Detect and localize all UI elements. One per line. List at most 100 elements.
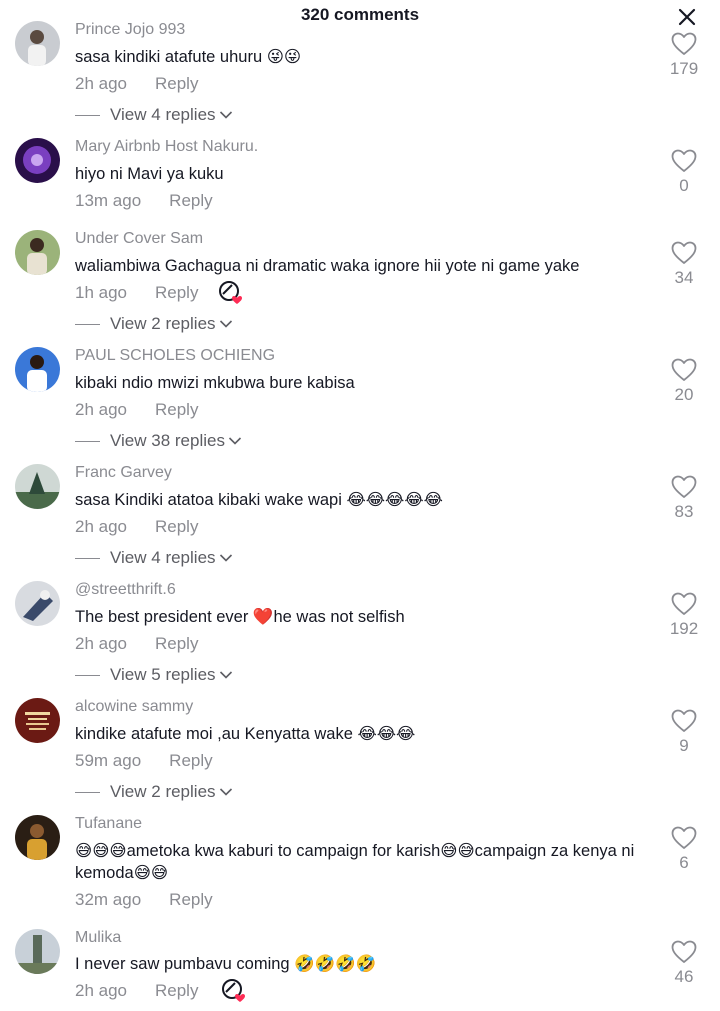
avatar[interactable] bbox=[15, 581, 60, 626]
comment-text: sasa Kindiki atatoa kibaki wake wapi 😂😂😂… bbox=[75, 491, 443, 509]
comment-meta: 2h ago Reply bbox=[75, 400, 198, 420]
like-control[interactable]: 46 bbox=[663, 940, 705, 987]
avatar[interactable] bbox=[15, 464, 60, 509]
divider-line bbox=[75, 114, 100, 116]
chevron-down-icon bbox=[219, 788, 232, 796]
comment-username[interactable]: PAUL SCHOLES OCHIENG bbox=[75, 347, 275, 365]
comment-username[interactable]: Mary Airbnb Host Nakuru. bbox=[75, 138, 258, 156]
like-control[interactable]: 6 bbox=[663, 826, 705, 873]
avatar[interactable] bbox=[15, 230, 60, 275]
heart-icon[interactable] bbox=[671, 940, 697, 964]
comment-text: kibaki ndio mwizi mkubwa bure kabisa bbox=[75, 374, 355, 392]
view-replies-button[interactable]: View 4 replies bbox=[75, 548, 233, 568]
comment-time: 1h ago bbox=[75, 283, 127, 302]
reply-button[interactable]: Reply bbox=[169, 191, 212, 211]
comment-time: 2h ago bbox=[75, 74, 127, 93]
view-replies-button[interactable]: View 5 replies bbox=[75, 665, 233, 685]
view-replies-label: View 38 replies bbox=[110, 431, 225, 450]
heart-icon[interactable] bbox=[671, 32, 697, 56]
comment-username[interactable]: Under Cover Sam bbox=[75, 230, 203, 248]
creator-liked-icon bbox=[222, 979, 245, 1002]
avatar[interactable] bbox=[15, 21, 60, 66]
comment-text: 😅😅😅ametoka kwa kaburi to campaign for ka… bbox=[75, 842, 635, 882]
heart-icon[interactable] bbox=[671, 149, 697, 173]
chevron-down-icon bbox=[219, 554, 232, 562]
comment-text: I never saw pumbavu coming 🤣🤣🤣🤣 bbox=[75, 955, 377, 973]
reply-button[interactable]: Reply bbox=[155, 400, 198, 420]
comment-meta: 13m ago Reply bbox=[75, 191, 213, 211]
like-control[interactable]: 83 bbox=[663, 475, 705, 522]
comment-username[interactable]: Tufanane bbox=[75, 815, 142, 833]
comment-time: 32m ago bbox=[75, 890, 142, 909]
like-control[interactable]: 34 bbox=[663, 241, 705, 288]
comment-meta: 59m ago Reply bbox=[75, 751, 213, 771]
comment-meta: 32m ago Reply bbox=[75, 890, 213, 910]
view-replies-button[interactable]: View 4 replies bbox=[75, 105, 233, 125]
comment-meta: 2h ago Reply bbox=[75, 517, 198, 537]
view-replies-label: View 2 replies bbox=[110, 782, 216, 801]
reply-button[interactable]: Reply bbox=[155, 283, 198, 303]
comment-time: 13m ago bbox=[75, 191, 142, 210]
like-count: 6 bbox=[679, 853, 689, 872]
divider-line bbox=[75, 557, 100, 559]
chevron-down-icon bbox=[219, 320, 232, 328]
reply-button[interactable]: Reply bbox=[169, 890, 212, 910]
comment-time: 2h ago bbox=[75, 517, 127, 536]
like-count: 0 bbox=[679, 176, 689, 195]
comment-text: sasa kindiki atafute uhuru 😜😜 bbox=[75, 48, 302, 66]
heart-icon[interactable] bbox=[671, 241, 697, 265]
chevron-down-icon bbox=[219, 671, 232, 679]
view-replies-button[interactable]: View 2 replies bbox=[75, 314, 233, 334]
comment-username[interactable]: Prince Jojo 993 bbox=[75, 21, 185, 39]
comment-time: 2h ago bbox=[75, 400, 127, 419]
comment-text: waliambiwa Gachagua ni dramatic waka ign… bbox=[75, 257, 580, 275]
comment-meta: 1h ago Reply bbox=[75, 283, 198, 303]
comment-meta: 2h ago Reply bbox=[75, 981, 198, 1001]
comment-username[interactable]: alcowine sammy bbox=[75, 698, 193, 716]
comment-time: 2h ago bbox=[75, 981, 127, 1000]
reply-button[interactable]: Reply bbox=[155, 634, 198, 654]
heart-icon[interactable] bbox=[671, 826, 697, 850]
comment-meta: 2h ago Reply bbox=[75, 634, 198, 654]
heart-icon[interactable] bbox=[671, 709, 697, 733]
reply-button[interactable]: Reply bbox=[155, 981, 198, 1001]
divider-line bbox=[75, 440, 100, 442]
avatar[interactable] bbox=[15, 698, 60, 743]
like-control[interactable]: 9 bbox=[663, 709, 705, 756]
comment-meta: 2h ago Reply bbox=[75, 74, 198, 94]
like-count: 34 bbox=[674, 268, 694, 287]
like-count: 83 bbox=[674, 502, 694, 521]
view-replies-label: View 5 replies bbox=[110, 665, 216, 684]
avatar[interactable] bbox=[15, 815, 60, 860]
like-count: 192 bbox=[669, 619, 699, 638]
like-control[interactable]: 0 bbox=[663, 149, 705, 196]
chevron-down-icon bbox=[219, 111, 232, 119]
like-control[interactable]: 20 bbox=[663, 358, 705, 405]
view-replies-label: View 2 replies bbox=[110, 314, 216, 333]
comment-text: hiyo ni Mavi ya kuku bbox=[75, 165, 224, 183]
reply-button[interactable]: Reply bbox=[169, 751, 212, 771]
view-replies-button[interactable]: View 2 replies bbox=[75, 782, 233, 802]
avatar[interactable] bbox=[15, 929, 60, 974]
like-control[interactable]: 179 bbox=[663, 32, 705, 79]
view-replies-label: View 4 replies bbox=[110, 105, 216, 124]
like-control[interactable]: 192 bbox=[663, 592, 705, 639]
reply-button[interactable]: Reply bbox=[155, 74, 198, 94]
comment-username[interactable]: Franc Garvey bbox=[75, 464, 172, 482]
chevron-down-icon bbox=[228, 437, 242, 445]
heart-icon[interactable] bbox=[671, 592, 697, 616]
heart-icon[interactable] bbox=[671, 358, 697, 382]
comment-username[interactable]: @streetthrift.6 bbox=[75, 581, 176, 599]
heart-icon[interactable] bbox=[671, 475, 697, 499]
comment-time: 2h ago bbox=[75, 634, 127, 653]
close-icon[interactable] bbox=[676, 6, 698, 28]
divider-line bbox=[75, 674, 100, 676]
view-replies-button[interactable]: View 38 replies bbox=[75, 431, 242, 451]
avatar[interactable] bbox=[15, 347, 60, 392]
like-count: 179 bbox=[669, 59, 699, 78]
creator-liked-icon bbox=[219, 281, 242, 304]
comment-username[interactable]: Mulika bbox=[75, 929, 121, 947]
avatar[interactable] bbox=[15, 138, 60, 183]
view-replies-label: View 4 replies bbox=[110, 548, 216, 567]
reply-button[interactable]: Reply bbox=[155, 517, 198, 537]
